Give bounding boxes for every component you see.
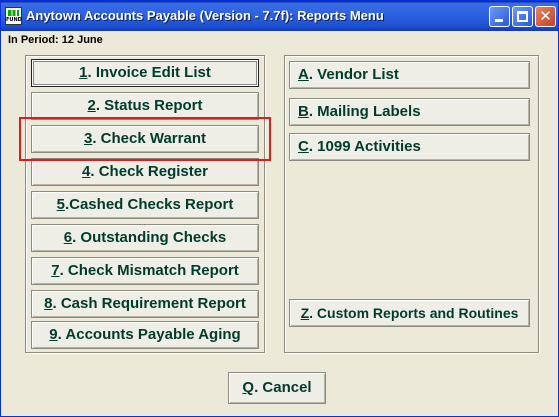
check-register-button[interactable]: 4. Check Register: [31, 158, 259, 186]
cancel-button[interactable]: Q. Cancel: [228, 372, 326, 404]
minimize-icon: [495, 19, 503, 22]
period-label: In Period: 12 June: [8, 34, 103, 46]
mailing-labels-button[interactable]: B. Mailing Labels: [289, 98, 530, 126]
close-button[interactable]: ✕: [535, 6, 556, 27]
reports-menu-window: FUND Anytown Accounts Payable (Version -…: [0, 0, 559, 417]
title-bar[interactable]: FUND Anytown Accounts Payable (Version -…: [1, 1, 558, 31]
1099-activities-button[interactable]: C. 1099 Activities: [289, 133, 530, 161]
cash-requirement-report-button[interactable]: 8. Cash Requirement Report: [31, 290, 259, 318]
custom-reports-button[interactable]: Z. Custom Reports and Routines: [289, 299, 530, 327]
check-warrant-highlight: [19, 117, 271, 161]
invoice-edit-list-button[interactable]: 1. Invoice Edit List: [31, 59, 259, 87]
window-title: Anytown Accounts Payable (Version - 7.7f…: [26, 8, 384, 23]
minimize-button[interactable]: [489, 6, 510, 27]
close-icon: ✕: [539, 7, 552, 25]
outstanding-checks-button[interactable]: 6. Outstanding Checks: [31, 224, 259, 252]
maximize-icon: [517, 11, 528, 22]
check-mismatch-report-button[interactable]: 7. Check Mismatch Report: [31, 257, 259, 285]
maximize-button[interactable]: [512, 6, 533, 27]
status-report-button[interactable]: 2. Status Report: [31, 92, 259, 120]
accounts-payable-aging-button[interactable]: 9. Accounts Payable Aging: [31, 321, 259, 349]
vendor-list-button[interactable]: A. Vendor List: [289, 61, 530, 89]
cashed-checks-report-button[interactable]: 5.Cashed Checks Report: [31, 191, 259, 219]
fund-app-icon: FUND: [5, 7, 22, 25]
